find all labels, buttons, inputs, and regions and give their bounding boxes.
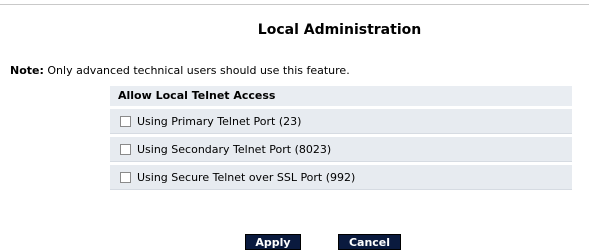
ssl-telnet-checkbox[interactable]: [120, 171, 131, 183]
note-label: Note:: [10, 64, 44, 77]
telnet-access-panel: Allow Local Telnet Access Using Primary …: [110, 86, 572, 190]
option-row-ssl-telnet[interactable]: Using Secure Telnet over SSL Port (992): [110, 165, 572, 190]
apply-button[interactable]: Apply: [245, 234, 301, 250]
option-row-secondary-telnet[interactable]: Using Secondary Telnet Port (8023): [110, 137, 572, 162]
ssl-telnet-label: Using Secure Telnet over SSL Port (992): [137, 170, 356, 184]
page-title: Local Administration: [257, 22, 422, 38]
note-message: Only advanced technical users should use…: [47, 64, 350, 77]
primary-telnet-checkbox[interactable]: [120, 115, 131, 127]
panel-header: Allow Local Telnet Access: [110, 86, 572, 106]
note-text: Note: Only advanced technical users shou…: [10, 64, 350, 77]
secondary-telnet-checkbox[interactable]: [120, 143, 131, 155]
primary-telnet-label: Using Primary Telnet Port (23): [137, 114, 302, 128]
secondary-telnet-label: Using Secondary Telnet Port (8023): [137, 142, 332, 156]
option-row-primary-telnet[interactable]: Using Primary Telnet Port (23): [110, 109, 572, 134]
cancel-button[interactable]: Cancel: [338, 234, 401, 250]
